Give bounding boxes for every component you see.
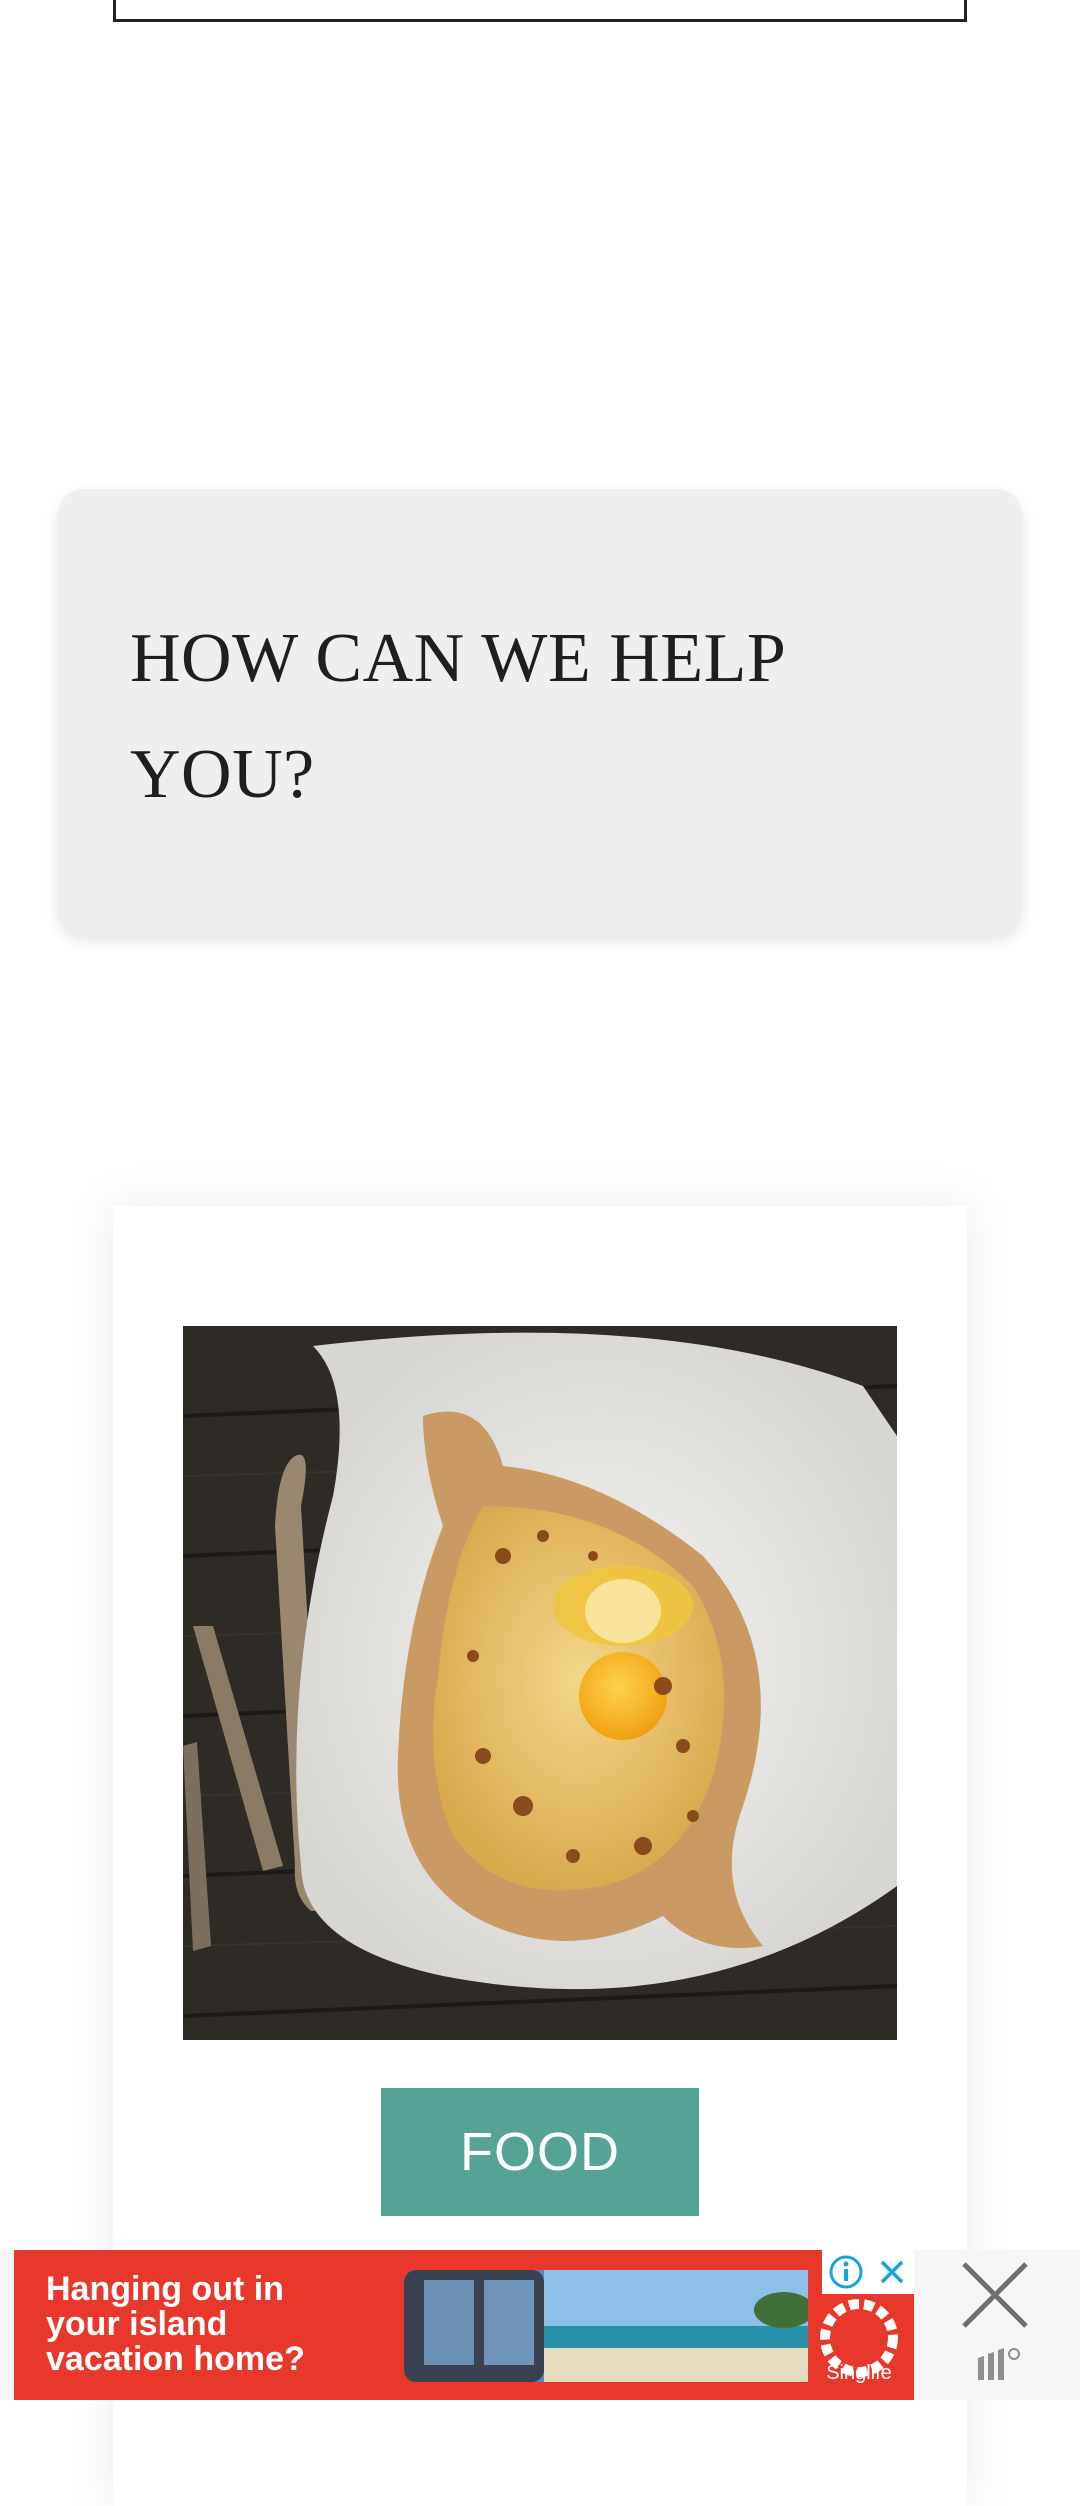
- close-icon[interactable]: [875, 2255, 909, 2289]
- ad-headline: Hanging out in your island vacation home…: [46, 2272, 406, 2377]
- category-food-button[interactable]: FOOD: [381, 2088, 699, 2216]
- help-heading-line-1: HOW CAN WE HELP: [130, 620, 787, 697]
- help-heading: HOW CAN WE HELP YOU?: [130, 601, 950, 833]
- ad-headline-line-3: vacation home?: [46, 2340, 305, 2378]
- help-card: HOW CAN WE HELP YOU?: [58, 489, 1022, 935]
- ad-headline-line-1: Hanging out in: [46, 2270, 284, 2308]
- ad-network-logo-icon: [978, 2348, 1020, 2380]
- info-icon[interactable]: [828, 2254, 864, 2290]
- ad-bar: Hanging out in your island vacation home…: [0, 2250, 1080, 2400]
- ad-headline-line-2: your island: [46, 2305, 228, 2343]
- ad-image: [404, 2270, 808, 2382]
- help-heading-line-2: YOU?: [130, 736, 315, 813]
- food-image[interactable]: [183, 1326, 897, 2040]
- ad-close-icon[interactable]: [950, 2250, 1040, 2340]
- ad-banner[interactable]: Hanging out in your island vacation home…: [14, 2250, 914, 2400]
- previous-section-box: [113, 0, 967, 22]
- ad-brand: Singlife: [826, 2362, 892, 2384]
- ad-choices: [822, 2250, 914, 2294]
